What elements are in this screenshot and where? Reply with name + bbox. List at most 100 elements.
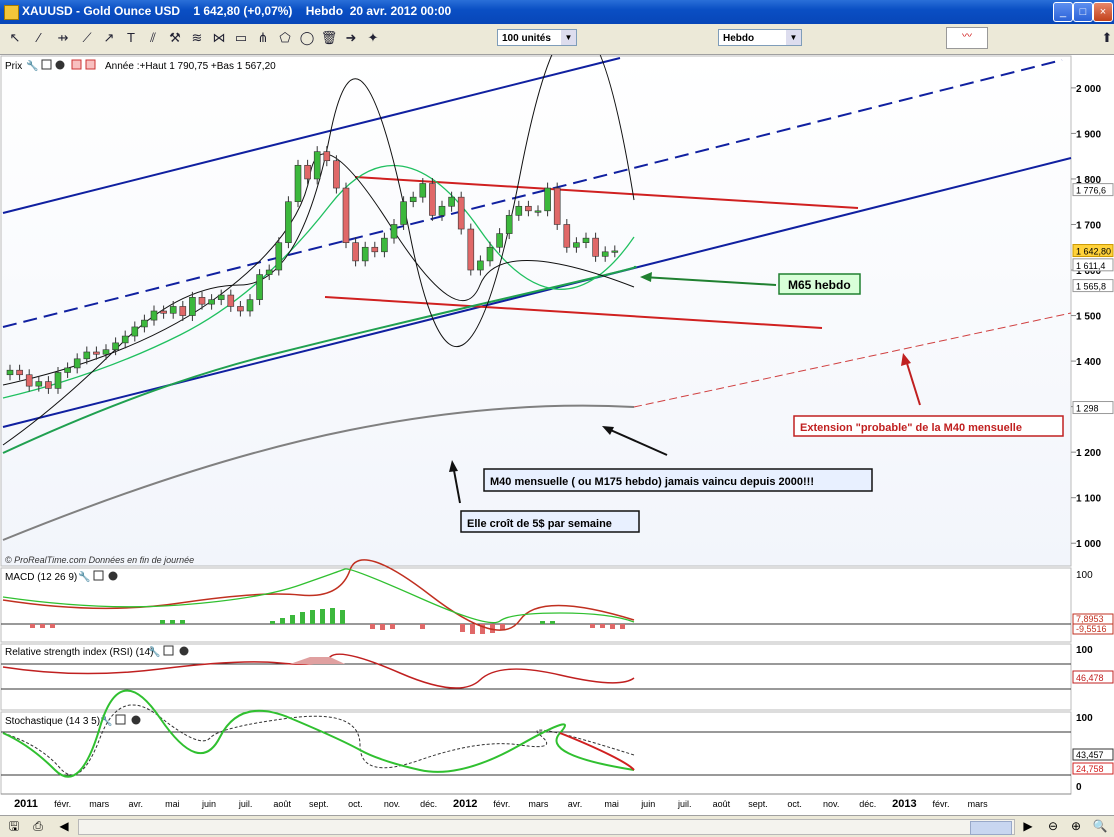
zoom-icon[interactable]: 🔍 (1092, 819, 1108, 834)
candle (35, 381, 43, 387)
shape-icon[interactable]: ⬠ (276, 29, 294, 47)
candle (237, 306, 244, 312)
close-panel-icon[interactable] (108, 571, 118, 581)
close-button[interactable]: × (1093, 2, 1113, 22)
delete-icon[interactable]: 🗑 (320, 29, 338, 47)
candle (573, 242, 580, 248)
drawing-toolbar: ↖ ∕ ⇸ ⟋ ↗ T ⫽ ⚒ ≋ ⋈ ▭ ⋔ ⬠ ◯ 🗑 ➜ ✦ 100 un… (0, 24, 1114, 55)
price-tick-label: 2 000 (1076, 84, 1101, 95)
close-panel-icon[interactable] (179, 646, 189, 656)
candle (409, 196, 417, 203)
candle (160, 310, 167, 314)
candle (73, 358, 81, 369)
wrench-icon[interactable]: 🔧 (78, 570, 90, 583)
price-panel-stats: Année :+Haut 1 790,75 +Bas 1 567,20 (105, 61, 276, 72)
horizontal-scrollbar[interactable] (78, 819, 1015, 835)
candle (54, 372, 62, 389)
magic-icon[interactable]: ✦ (364, 29, 382, 47)
data-source-note: © ProRealTime.com Données en fin de jour… (5, 555, 194, 565)
stoch-panel-label: Stochastique (14 3 5) (5, 716, 100, 727)
candle (611, 250, 619, 253)
pitchfork-icon[interactable]: ⋔ (254, 29, 272, 47)
wrench-icon[interactable]: 🔧 (148, 645, 160, 658)
maximize-button[interactable]: □ (1073, 2, 1093, 22)
candle (198, 297, 206, 305)
settings-icon[interactable] (71, 59, 82, 70)
time-tick-label: oct. (348, 799, 363, 809)
line-icon[interactable]: ∕ (30, 29, 48, 47)
collapse-icon[interactable]: ⬆ (1098, 29, 1114, 47)
add-indicator-icon[interactable] (85, 59, 96, 70)
price-tick-label: 1 100 (1076, 494, 1101, 505)
candle (169, 306, 177, 314)
print-icon[interactable]: ⎙ (30, 819, 46, 834)
time-tick-label: févr. (54, 799, 71, 809)
price-tick-label: 1 400 (1076, 357, 1101, 368)
time-tick-label: févr. (932, 799, 949, 809)
candle (16, 369, 23, 376)
candle (294, 164, 302, 203)
minimize-button[interactable]: _ (1053, 2, 1073, 22)
fibonacci-icon[interactable]: ≋ (188, 29, 206, 47)
rsi-tick-100: 100 (1076, 645, 1093, 656)
time-tick-label: mars (968, 799, 988, 809)
time-tick-label: nov. (384, 799, 400, 809)
time-tick-label: juil. (677, 799, 692, 809)
candle (381, 237, 388, 253)
candle (563, 224, 571, 248)
chart-area: Prix 🔧 Année :+Haut 1 790,75 +Bas 1 567,… (0, 25, 1114, 815)
zoom-in-icon[interactable]: ⊕ (1068, 819, 1084, 834)
stoch-axis: 100 43,457 24,758 0 (1072, 713, 1114, 793)
close-panel-icon[interactable] (131, 715, 141, 725)
trendline-icon[interactable]: ⟋ (78, 29, 96, 47)
candle (227, 294, 235, 307)
time-tick-label: déc. (420, 799, 437, 809)
channel-icon[interactable]: ⫽ (144, 29, 162, 47)
period-combo[interactable]: Hebdo ▼ (718, 29, 802, 46)
candle (448, 196, 455, 207)
rectangle-icon[interactable]: ▭ (232, 29, 250, 47)
time-tick-label: avr. (129, 799, 144, 809)
close-panel-icon[interactable] (55, 60, 65, 70)
time-axis: 2011 févr. mars avr. mai juin juil. août sept. oc… (1, 793, 1071, 810)
wrench-icon[interactable]: 🔧 (26, 59, 38, 72)
scroll-thumb[interactable] (970, 821, 1012, 835)
zoom-out-icon[interactable]: ⊖ (1045, 819, 1061, 834)
ray-icon[interactable]: ↗ (100, 29, 118, 47)
text-icon[interactable]: T (122, 29, 140, 47)
arrow-icon[interactable]: ➜ (342, 29, 360, 47)
candle (352, 242, 359, 262)
candle (496, 233, 503, 248)
time-tick-label: mars (528, 799, 548, 809)
macd-value-signal: 7,8953 (1076, 614, 1104, 624)
price-panel-label: Prix (5, 61, 22, 72)
scroll-right-icon[interactable]: ▶ (1020, 819, 1036, 834)
candle (313, 151, 321, 180)
candle (45, 381, 52, 389)
candle (323, 151, 331, 162)
time-tick-label: 2012 (453, 798, 477, 810)
time-tick-label: juil. (238, 799, 253, 809)
stoch-tick-0: 0 (1076, 782, 1082, 793)
save-icon[interactable]: 🖫 (6, 819, 22, 834)
candle (525, 205, 532, 212)
fork-icon[interactable]: ⚒ (166, 29, 184, 47)
candle (150, 310, 158, 321)
fibonacci-fan-icon[interactable]: ⋈ (210, 29, 228, 47)
horizontal-line-icon[interactable]: ⇸ (54, 29, 72, 47)
window-title: XAUUSD - Gold Ounce USD 1 642,80 (+0,07%… (22, 4, 452, 18)
pointer-icon[interactable]: ↖ (6, 29, 24, 47)
price-tick-label: 1 900 (1076, 129, 1101, 140)
candle (275, 242, 283, 271)
annotation-extension-text: Extension "probable" de la M40 mensuelle (800, 422, 1022, 434)
time-tick-label: févr. (493, 799, 510, 809)
candle (601, 251, 609, 257)
chart-style-icon[interactable]: 〰 (946, 27, 988, 49)
macd-tick-100: 100 (1076, 570, 1093, 581)
price-marker-label: 1 776,6 (1076, 186, 1106, 196)
scroll-left-icon[interactable]: ◀ (56, 819, 72, 834)
candle (304, 164, 311, 180)
units-combo[interactable]: 100 unités ▼ (497, 29, 577, 46)
ellipse-icon[interactable]: ◯ (298, 29, 316, 47)
time-tick-label: 2011 (14, 798, 38, 810)
